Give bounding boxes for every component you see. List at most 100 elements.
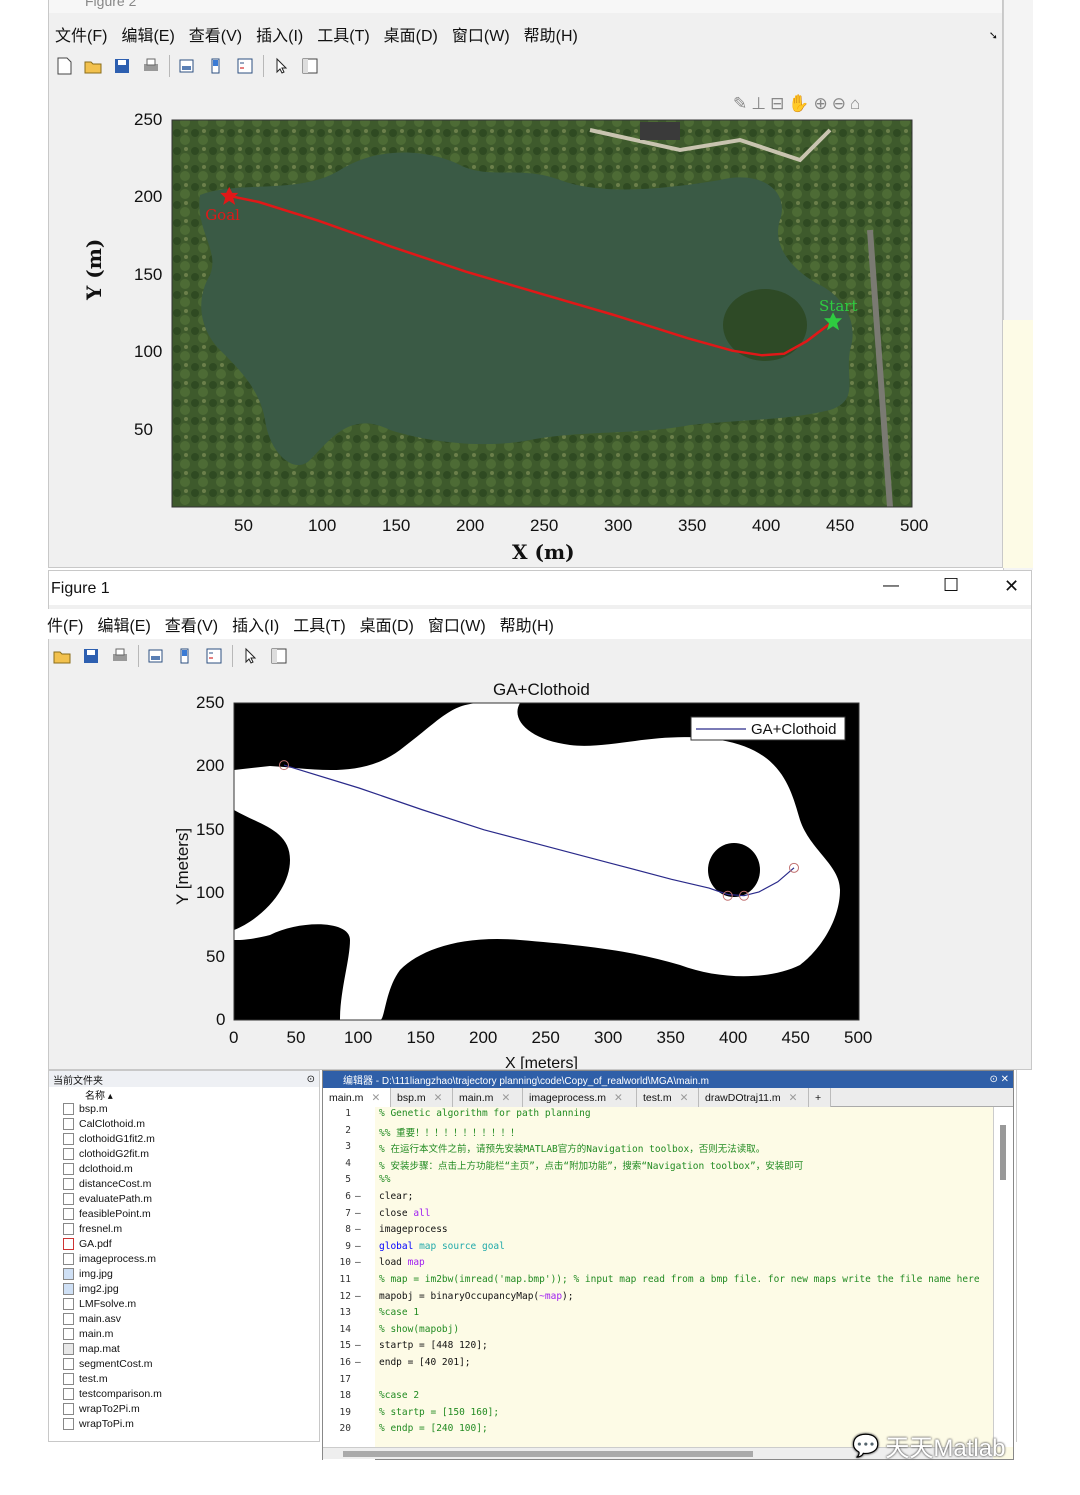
new-tab-button[interactable]: +: [809, 1088, 831, 1107]
editor-vscrollbar[interactable]: [993, 1107, 1013, 1447]
editor-tab[interactable]: main.m ✕: [453, 1088, 523, 1107]
file-list-item[interactable]: distanceCost.m: [63, 1176, 151, 1191]
menu-item[interactable]: 件(F): [47, 612, 83, 636]
file-column-header[interactable]: 名称 ▴: [49, 1087, 319, 1102]
image-file-icon: [63, 1267, 74, 1280]
file-list-item[interactable]: img2.jpg: [63, 1281, 119, 1296]
tab-close-icon[interactable]: ✕: [789, 1092, 798, 1104]
open-folder-icon[interactable]: [82, 55, 104, 77]
file-list-item[interactable]: wrapTo2Pi.m: [63, 1401, 140, 1416]
tab-close-icon[interactable]: ✕: [614, 1092, 623, 1104]
editor-tab[interactable]: drawDOtraj11.m ✕: [699, 1088, 809, 1107]
x-tick-label: 100: [308, 516, 337, 535]
menu-item[interactable]: 帮助(H): [524, 22, 578, 46]
tab-close-icon[interactable]: ✕: [680, 1092, 689, 1104]
file-name: segmentCost.m: [79, 1357, 153, 1370]
maximize-button[interactable]: ☐: [943, 575, 959, 596]
file-list-item[interactable]: GA.pdf: [63, 1236, 112, 1251]
breakpoint-marker[interactable]: —: [355, 1191, 361, 1202]
menu-item[interactable]: 编辑(E): [97, 612, 150, 636]
figure2-ylabel: Y (m): [82, 238, 106, 300]
print-preview-icon[interactable]: [176, 55, 198, 77]
new-file-icon[interactable]: [53, 55, 75, 77]
menu-item[interactable]: 帮助(H): [500, 612, 554, 636]
file-list-item[interactable]: wrapToPi.m: [63, 1416, 134, 1431]
menu-item[interactable]: 工具(T): [317, 22, 369, 46]
colorbar-icon[interactable]: [174, 645, 196, 667]
file-list-item[interactable]: clothoidG2fit.m: [63, 1146, 149, 1161]
y-tick-label: 200: [134, 187, 163, 207]
file-list-item[interactable]: bsp.m: [63, 1101, 108, 1116]
menu-item[interactable]: 查看(V): [189, 22, 242, 46]
menu-item[interactable]: 插入(I): [232, 612, 279, 636]
editor-tab[interactable]: bsp.m ✕: [391, 1088, 453, 1107]
x-tick-label: 500: [900, 516, 929, 535]
file-list-item[interactable]: main.asv: [63, 1311, 121, 1326]
file-list-item[interactable]: map.mat: [63, 1341, 120, 1356]
tab-close-icon[interactable]: ✕: [371, 1092, 380, 1104]
code-area[interactable]: 1 % Genetic algorithm for path planning 2%…: [323, 1108, 993, 1443]
open-folder-icon[interactable]: [51, 645, 73, 667]
save-icon[interactable]: [111, 55, 133, 77]
save-icon[interactable]: [80, 645, 102, 667]
file-list-item[interactable]: CalClothoid.m: [63, 1116, 145, 1131]
file-list-item[interactable]: fresnel.m: [63, 1221, 122, 1236]
breakpoint-marker[interactable]: —: [355, 1357, 361, 1368]
panel-menu-icon[interactable]: ⊙: [307, 1074, 315, 1085]
print-icon[interactable]: [140, 55, 162, 77]
file-list-item[interactable]: feasiblePoint.m: [63, 1206, 151, 1221]
x-tick-label: 350: [678, 516, 707, 535]
file-list-item[interactable]: test.m: [63, 1371, 108, 1386]
tab-label: main.m: [459, 1091, 494, 1104]
menu-item[interactable]: 桌面(D): [360, 612, 414, 636]
legend-icon[interactable]: [234, 55, 256, 77]
y-tick-label: 0: [216, 1010, 226, 1029]
breakpoint-marker[interactable]: —: [355, 1291, 361, 1302]
file-list-item[interactable]: dclothoid.m: [63, 1161, 133, 1176]
editor-tab[interactable]: main.m ✕: [323, 1088, 391, 1107]
breakpoint-marker[interactable]: —: [355, 1241, 361, 1252]
legend-icon[interactable]: [203, 645, 225, 667]
print-icon[interactable]: [109, 645, 131, 667]
menu-expand-icon[interactable]: ➘: [989, 29, 998, 42]
breakpoint-marker[interactable]: —: [355, 1257, 361, 1268]
line-number: 6: [345, 1191, 351, 1202]
minimize-button[interactable]: —: [883, 577, 899, 595]
obstacle-circle: [708, 843, 760, 897]
print-preview-icon[interactable]: [145, 645, 167, 667]
file-list-item[interactable]: clothoidG1fit2.m: [63, 1131, 155, 1146]
file-list-item[interactable]: img.jpg: [63, 1266, 113, 1281]
breakpoint-marker[interactable]: —: [355, 1208, 361, 1219]
file-list-item[interactable]: main.m: [63, 1326, 113, 1341]
menu-item[interactable]: 窗口(W): [452, 22, 510, 46]
editor-close-icon[interactable]: ⊙ ✕: [989, 1074, 1009, 1085]
line-number: 20: [339, 1423, 351, 1435]
file-list-item[interactable]: testcomparison.m: [63, 1386, 162, 1401]
file-list-item[interactable]: LMFsolve.m: [63, 1296, 136, 1311]
file-list-item[interactable]: imageprocess.m: [63, 1251, 156, 1266]
menu-item[interactable]: 插入(I): [256, 22, 303, 46]
watermark: 💬 天天Matlab: [852, 1432, 1006, 1463]
tab-close-icon[interactable]: ✕: [434, 1092, 443, 1104]
property-editor-icon[interactable]: [299, 55, 321, 77]
breakpoint-marker[interactable]: —: [355, 1340, 361, 1351]
breakpoint-marker[interactable]: —: [355, 1224, 361, 1235]
figure2-toolbar: [53, 51, 1002, 81]
file-list-item[interactable]: evaluatePath.m: [63, 1191, 152, 1206]
file-list-item[interactable]: segmentCost.m: [63, 1356, 153, 1371]
editor-tab[interactable]: test.m ✕: [637, 1088, 699, 1107]
property-editor-icon[interactable]: [268, 645, 290, 667]
menu-item[interactable]: 查看(V): [165, 612, 218, 636]
menu-item[interactable]: 编辑(E): [121, 22, 174, 46]
menu-item[interactable]: 窗口(W): [428, 612, 486, 636]
close-button[interactable]: ✕: [1004, 576, 1019, 597]
pointer-icon[interactable]: [239, 645, 261, 667]
colorbar-icon[interactable]: [205, 55, 227, 77]
menu-item[interactable]: 工具(T): [293, 612, 345, 636]
menu-item[interactable]: 桌面(D): [384, 22, 438, 46]
editor-tab[interactable]: imageprocess.m ✕: [523, 1088, 637, 1107]
tab-close-icon[interactable]: ✕: [501, 1092, 510, 1104]
figure2-titlebar: Figure 2: [49, 0, 1002, 13]
pointer-icon[interactable]: [270, 55, 292, 77]
menu-item[interactable]: 文件(F): [55, 22, 107, 46]
